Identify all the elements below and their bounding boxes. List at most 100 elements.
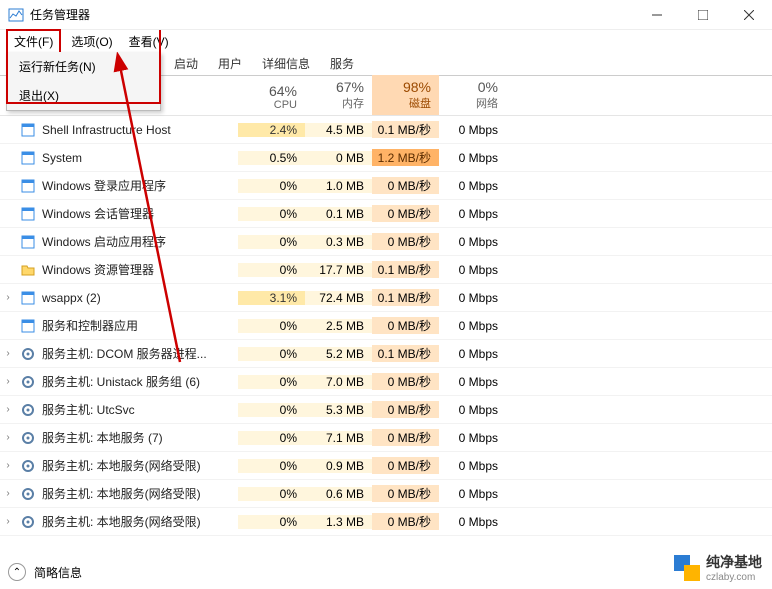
mem-cell: 0.3 MB xyxy=(305,235,372,249)
mem-cell: 4.5 MB xyxy=(305,123,372,137)
cpu-cell: 0% xyxy=(238,515,305,529)
net-cell: 0 Mbps xyxy=(439,515,506,529)
cpu-cell: 0.5% xyxy=(238,151,305,165)
table-row[interactable]: ›服务主机: DCOM 服务器进程...0%5.2 MB0.1 MB/秒0 Mb… xyxy=(0,340,772,368)
title-bar: 任务管理器 xyxy=(0,0,772,30)
expand-icon[interactable]: › xyxy=(0,376,16,387)
window-title: 任务管理器 xyxy=(30,6,634,23)
process-icon xyxy=(20,206,36,222)
disk-cell: 0 MB/秒 xyxy=(372,317,439,334)
tab-services[interactable]: 服务 xyxy=(320,52,364,75)
mem-cell: 72.4 MB xyxy=(305,291,372,305)
process-name: 服务主机: 本地服务(网络受限) xyxy=(42,457,238,474)
col-cpu[interactable]: 64%CPU xyxy=(238,79,305,115)
mem-cell: 0.9 MB xyxy=(305,459,372,473)
menu-view[interactable]: 查看(V) xyxy=(123,31,175,52)
watermark: 纯净基地czlaby.com xyxy=(674,552,762,583)
mem-cell: 1.3 MB xyxy=(305,515,372,529)
table-row[interactable]: ›服务主机: Unistack 服务组 (6)0%7.0 MB0 MB/秒0 M… xyxy=(0,368,772,396)
process-list: Shell Infrastructure Host2.4%4.5 MB0.1 M… xyxy=(0,116,772,536)
process-icon xyxy=(20,430,36,446)
process-icon xyxy=(20,514,36,530)
expand-icon[interactable]: › xyxy=(0,516,16,527)
expand-icon[interactable]: › xyxy=(0,404,16,415)
process-icon xyxy=(20,290,36,306)
disk-cell: 0.1 MB/秒 xyxy=(372,261,439,278)
table-row[interactable]: Windows 资源管理器0%17.7 MB0.1 MB/秒0 Mbps xyxy=(0,256,772,284)
net-cell: 0 Mbps xyxy=(439,431,506,445)
table-row[interactable]: › 服务主机: 本地服务(网络受限)0%1.3 MB0 MB/秒0 Mbps xyxy=(0,508,772,536)
table-row[interactable]: Windows 启动应用程序0%0.3 MB0 MB/秒0 Mbps xyxy=(0,228,772,256)
net-cell: 0 Mbps xyxy=(439,487,506,501)
process-name: 服务主机: 本地服务(网络受限) xyxy=(42,485,238,502)
expand-icon[interactable]: › xyxy=(0,460,16,471)
menu-new-task[interactable]: 运行新任务(N) xyxy=(7,52,160,81)
maximize-button[interactable] xyxy=(680,0,726,30)
table-row[interactable]: ›服务主机: 本地服务(网络受限)0%0.6 MB0 MB/秒0 Mbps xyxy=(0,480,772,508)
net-cell: 0 Mbps xyxy=(439,263,506,277)
disk-cell: 0 MB/秒 xyxy=(372,485,439,502)
table-row[interactable]: ›wsappx (2)3.1%72.4 MB0.1 MB/秒0 Mbps xyxy=(0,284,772,312)
cpu-cell: 0% xyxy=(238,375,305,389)
fewer-details-label[interactable]: 简略信息 xyxy=(34,564,82,581)
process-icon xyxy=(20,486,36,502)
tab-users[interactable]: 用户 xyxy=(208,52,252,75)
table-row[interactable]: Windows 登录应用程序0%1.0 MB0 MB/秒0 Mbps xyxy=(0,172,772,200)
disk-cell: 0.1 MB/秒 xyxy=(372,345,439,362)
process-icon xyxy=(20,402,36,418)
taskmgr-icon xyxy=(8,7,24,23)
menu-file[interactable]: 文件(F) xyxy=(6,29,61,54)
fewer-details-icon[interactable]: ⌃ xyxy=(8,563,26,581)
process-name: Windows 会话管理器 xyxy=(42,205,238,222)
cpu-cell: 0% xyxy=(238,459,305,473)
table-row[interactable]: ›服务主机: UtcSvc0%5.3 MB0 MB/秒0 Mbps xyxy=(0,396,772,424)
disk-cell: 0 MB/秒 xyxy=(372,513,439,530)
minimize-button[interactable] xyxy=(634,0,680,30)
footer: ⌃ 简略信息 xyxy=(8,563,82,581)
mem-cell: 5.3 MB xyxy=(305,403,372,417)
mem-cell: 7.1 MB xyxy=(305,431,372,445)
tab-details[interactable]: 详细信息 xyxy=(252,52,320,75)
menu-exit[interactable]: 退出(X) xyxy=(7,81,160,110)
process-icon xyxy=(20,458,36,474)
process-icon xyxy=(20,122,36,138)
process-icon xyxy=(20,346,36,362)
table-row[interactable]: Shell Infrastructure Host2.4%4.5 MB0.1 M… xyxy=(0,116,772,144)
disk-cell: 0 MB/秒 xyxy=(372,233,439,250)
net-cell: 0 Mbps xyxy=(439,179,506,193)
tab-startup[interactable]: 启动 xyxy=(164,52,208,75)
disk-cell: 0 MB/秒 xyxy=(372,457,439,474)
process-name: wsappx (2) xyxy=(42,291,238,305)
process-name: 服务主机: DCOM 服务器进程... xyxy=(42,345,238,362)
process-name: 服务主机: 本地服务(网络受限) xyxy=(42,513,238,530)
cpu-cell: 0% xyxy=(238,487,305,501)
net-cell: 0 Mbps xyxy=(439,235,506,249)
cpu-cell: 0% xyxy=(238,207,305,221)
expand-icon[interactable]: › xyxy=(0,292,16,303)
expand-icon[interactable]: › xyxy=(0,488,16,499)
expand-icon[interactable]: › xyxy=(0,432,16,443)
col-disk[interactable]: 98%磁盘 xyxy=(372,75,439,115)
col-mem[interactable]: 67%内存 xyxy=(305,75,372,115)
table-row[interactable]: 服务和控制器应用0%2.5 MB0 MB/秒0 Mbps xyxy=(0,312,772,340)
process-icon xyxy=(20,234,36,250)
table-row[interactable]: System0.5%0 MB1.2 MB/秒0 Mbps xyxy=(0,144,772,172)
mem-cell: 0 MB xyxy=(305,151,372,165)
table-row[interactable]: Windows 会话管理器0%0.1 MB0 MB/秒0 Mbps xyxy=(0,200,772,228)
expand-icon[interactable]: › xyxy=(0,348,16,359)
net-cell: 0 Mbps xyxy=(439,151,506,165)
cpu-cell: 2.4% xyxy=(238,123,305,137)
menu-options[interactable]: 选项(O) xyxy=(65,31,118,52)
net-cell: 0 Mbps xyxy=(439,403,506,417)
mem-cell: 2.5 MB xyxy=(305,319,372,333)
table-row[interactable]: ›服务主机: 本地服务(网络受限)0%0.9 MB0 MB/秒0 Mbps xyxy=(0,452,772,480)
table-row[interactable]: ›服务主机: 本地服务 (7)0%7.1 MB0 MB/秒0 Mbps xyxy=(0,424,772,452)
disk-cell: 0 MB/秒 xyxy=(372,401,439,418)
net-cell: 0 Mbps xyxy=(439,291,506,305)
col-net[interactable]: 0%网络 xyxy=(439,75,506,115)
process-name: 服务和控制器应用 xyxy=(42,317,238,334)
cpu-cell: 0% xyxy=(238,319,305,333)
cpu-cell: 0% xyxy=(238,431,305,445)
close-button[interactable] xyxy=(726,0,772,30)
process-name: System xyxy=(42,151,238,165)
